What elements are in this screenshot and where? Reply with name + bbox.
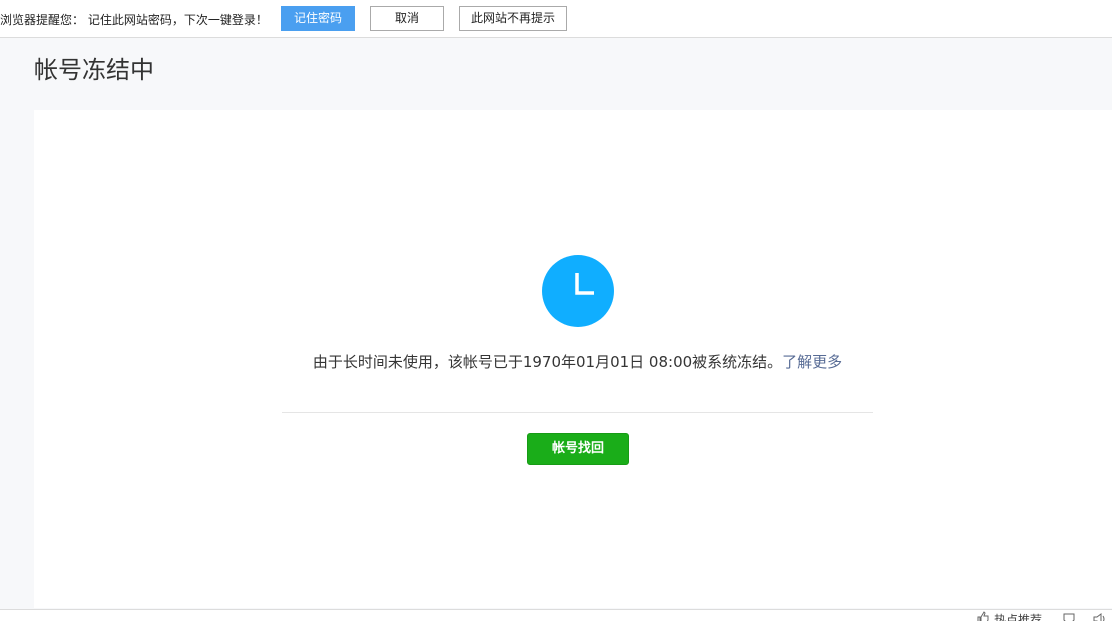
remember-password-button[interactable]: 记住密码: [281, 6, 355, 31]
page-title: 帐号冻结中: [34, 56, 154, 84]
hot-recommend-label: 热点推荐: [994, 613, 1043, 621]
password-save-bar: 浏览器提醒您： 记住此网站密码，下次一键登录！ 记住密码 取消 此网站不再提示: [0, 0, 1112, 38]
thumbs-up-icon: [977, 611, 989, 621]
password-save-message: 浏览器提醒您： 记住此网站密码，下次一键登录！: [0, 13, 268, 27]
learn-more-link[interactable]: 了解更多: [782, 353, 842, 371]
speaker-icon[interactable]: [1092, 612, 1106, 621]
account-recover-button[interactable]: 帐号找回: [527, 433, 629, 465]
divider: [282, 412, 873, 413]
frozen-message: 由于长时间未使用，该帐号已于1970年01月01日 08:00被系统冻结。: [312, 353, 783, 371]
status-bar: 热点推荐: [0, 609, 1112, 621]
clock-icon: [542, 255, 614, 327]
never-prompt-button[interactable]: 此网站不再提示: [459, 6, 567, 31]
frozen-description: 由于长时间未使用，该帐号已于1970年01月01日 08:00被系统冻结。了解更…: [34, 351, 1112, 372]
shield-check-icon[interactable]: [1062, 612, 1076, 621]
hot-recommend-button[interactable]: 热点推荐: [976, 611, 1042, 621]
frozen-notice-card: 由于长时间未使用，该帐号已于1970年01月01日 08:00被系统冻结。了解更…: [34, 110, 1112, 608]
cancel-button[interactable]: 取消: [370, 6, 444, 31]
